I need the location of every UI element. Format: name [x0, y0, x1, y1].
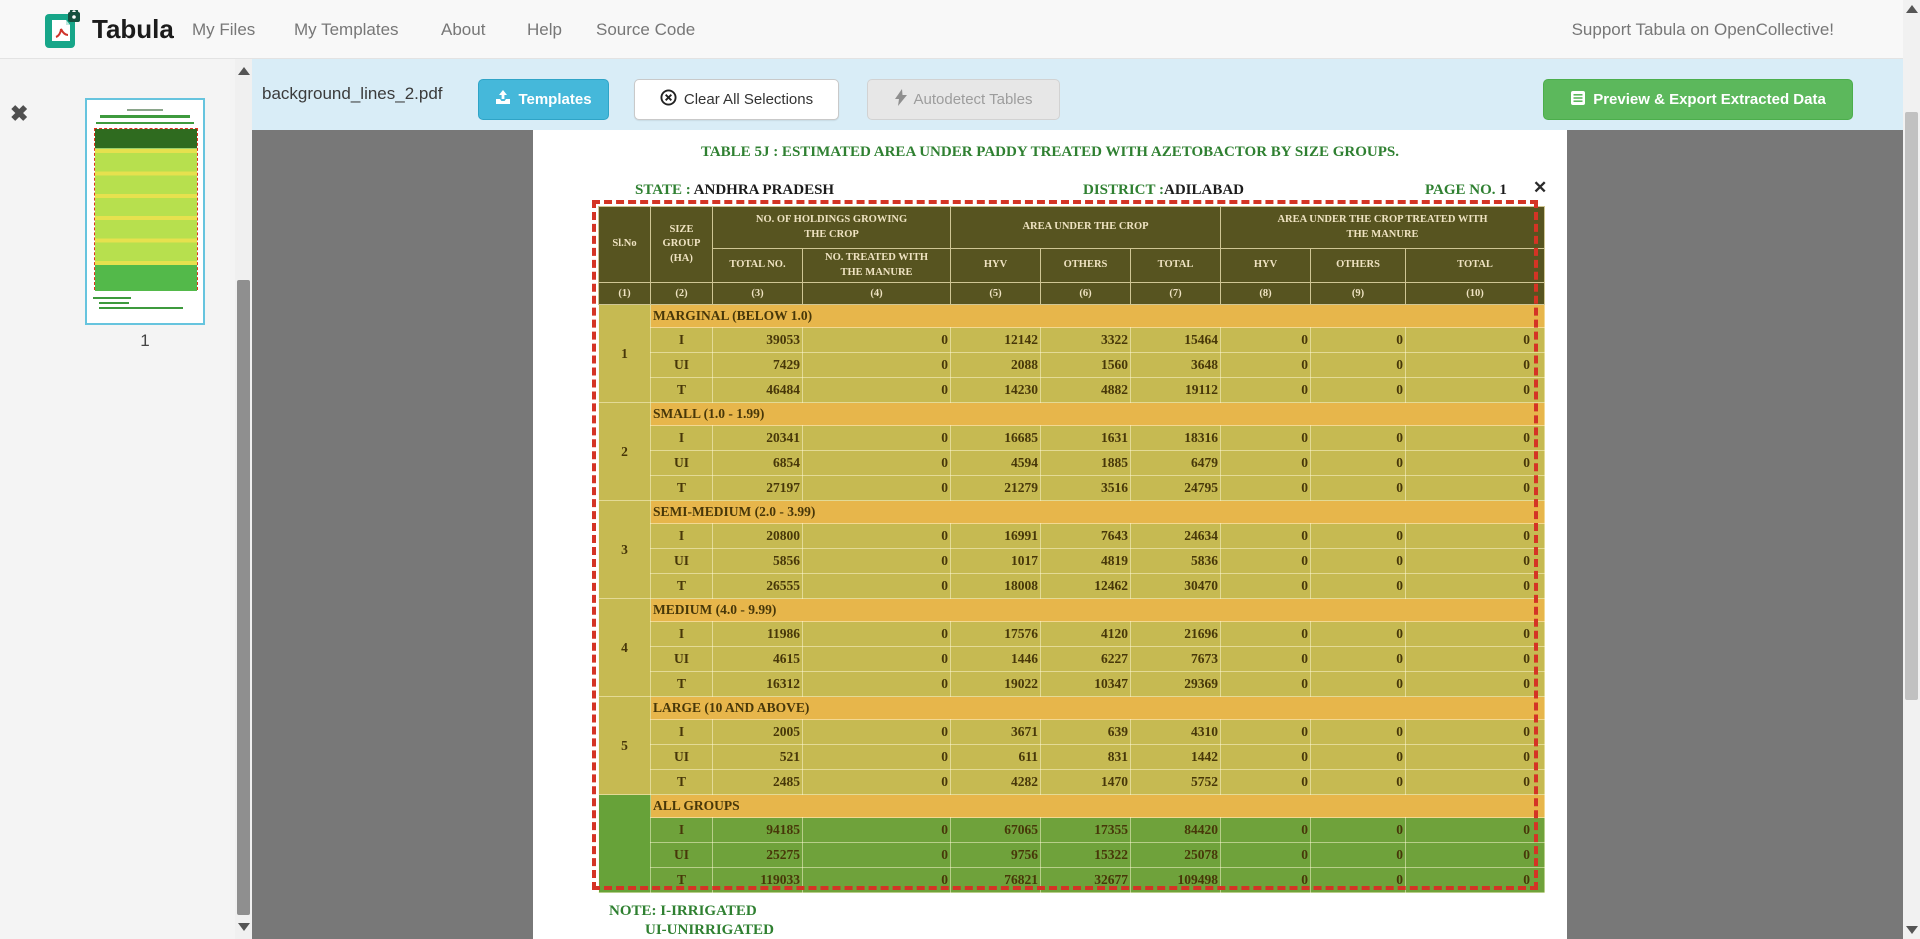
nav-help[interactable]: Help [527, 0, 562, 59]
state-value: ANDHRA PRADESH [694, 182, 834, 198]
clear-all-selections-label: Clear All Selections [684, 91, 813, 108]
nav-my-templates[interactable]: My Templates [294, 0, 399, 59]
tabula-logo-icon [44, 10, 82, 48]
thumb-table-body [95, 149, 197, 261]
nav-my-files[interactable]: My Files [192, 0, 255, 59]
preview-export-button[interactable]: Preview & Export Extracted Data [1543, 79, 1853, 120]
pdf-pageno-line: PAGE NO. 1 [1425, 182, 1507, 199]
templates-label: Templates [518, 91, 591, 108]
district-label: DISTRICT : [1083, 182, 1164, 198]
table-selection-box[interactable] [592, 200, 1538, 890]
window-scroll-down-icon[interactable] [1906, 926, 1918, 934]
pdf-table-title: TABLE 5J : ESTIMATED AREA UNDER PADDY TR… [533, 144, 1567, 161]
thumb-meta-line [96, 122, 194, 124]
toolbar: background_lines_2.pdf Templates Clear A… [252, 59, 1903, 130]
page-thumbnail[interactable] [85, 98, 205, 325]
sidebar-scrollbar[interactable] [235, 59, 252, 939]
pdf-state-line: STATE : ANDHRA PRADESH [635, 182, 834, 199]
thumb-note-lines [90, 294, 190, 309]
templates-icon [495, 90, 511, 109]
sidebar-scrollbar-thumb[interactable] [237, 280, 250, 915]
state-label: STATE : [635, 182, 691, 198]
pdf-district-line: DISTRICT :ADILABAD [1083, 182, 1244, 199]
autodetect-tables-button[interactable]: Autodetect Tables [867, 79, 1060, 120]
clear-circle-x-icon [660, 89, 677, 110]
preview-export-label: Preview & Export Extracted Data [1593, 91, 1826, 108]
autodetect-tables-label: Autodetect Tables [914, 91, 1033, 108]
thumb-title-line [127, 109, 163, 111]
pdf-page[interactable]: TABLE 5J : ESTIMATED AREA UNDER PADDY TR… [533, 130, 1567, 939]
thumb-table [94, 128, 198, 290]
tabula-brand[interactable]: Tabula [44, 10, 174, 48]
pdf-note-line1: NOTE: I-IRRIGATED [609, 903, 757, 920]
window-scrollbar-thumb[interactable] [1905, 112, 1918, 700]
page-number-label: 1 [85, 331, 205, 351]
brand-name: Tabula [92, 14, 174, 45]
window-scrollbar[interactable] [1903, 0, 1920, 939]
remove-page-icon[interactable]: ✖ [10, 101, 28, 127]
thumb-table-allgroups [95, 261, 197, 291]
selection-close-icon[interactable]: ✕ [1533, 178, 1547, 198]
support-link[interactable]: Support Tabula on OpenCollective! [1572, 0, 1834, 59]
thumb-table-header [95, 129, 197, 149]
current-filename: background_lines_2.pdf [262, 84, 443, 104]
district-value: ADILABAD [1164, 182, 1244, 198]
thumb-title-line2 [100, 115, 190, 118]
templates-button[interactable]: Templates [478, 79, 609, 120]
clear-all-selections-button[interactable]: Clear All Selections [634, 79, 839, 120]
sidebar-scroll-up-icon[interactable] [238, 67, 250, 75]
pdf-note-line2: UI-UNIRRIGATED [645, 922, 774, 939]
nav-source-code[interactable]: Source Code [596, 0, 695, 59]
sidebar-scroll-down-icon[interactable] [238, 923, 250, 931]
window-scroll-up-icon[interactable] [1906, 5, 1918, 13]
pageno-value: 1 [1499, 182, 1507, 198]
top-navbar: Tabula My Files My Templates About Help … [0, 0, 1920, 59]
export-list-icon [1570, 90, 1586, 110]
page-thumbnails-sidebar: ✖ 1 [0, 59, 252, 939]
pageno-label: PAGE NO. [1425, 182, 1496, 198]
lightning-bolt-icon [895, 89, 907, 110]
nav-about[interactable]: About [441, 0, 485, 59]
